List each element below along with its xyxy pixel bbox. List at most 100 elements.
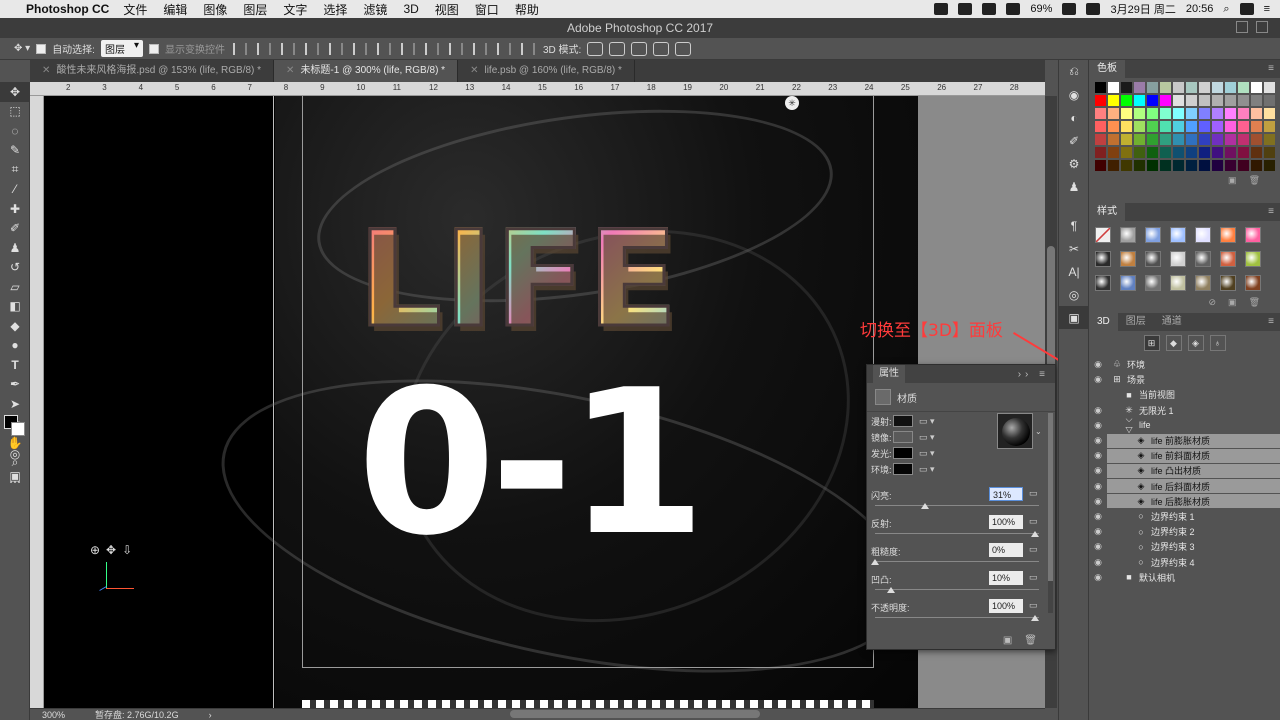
color-swatch[interactable]: [1121, 82, 1132, 93]
color-swatch[interactable]: [1212, 121, 1223, 132]
slider-thumb[interactable]: [871, 559, 879, 565]
brush-settings-icon[interactable]: ✐: [1059, 129, 1089, 152]
new-swatch-icon[interactable]: ▣: [1228, 175, 1237, 191]
eye-icon[interactable]: ◉: [1089, 481, 1107, 492]
menu-time[interactable]: 20:56: [1186, 3, 1214, 15]
align-right-icon[interactable]: [352, 42, 367, 55]
align-vcenter-icon[interactable]: [256, 42, 271, 55]
clone-source-icon[interactable]: ♟: [1059, 175, 1089, 198]
brush-tool-icon[interactable]: ✐: [0, 219, 30, 239]
color-swatch[interactable]: [1108, 82, 1119, 93]
color-swatch[interactable]: [1147, 95, 1158, 106]
scroll-thumb[interactable]: [1048, 413, 1053, 581]
color-swatch[interactable]: [1147, 121, 1158, 132]
color-swatch[interactable]: [1160, 121, 1171, 132]
color-swatch[interactable]: [1212, 134, 1223, 145]
scene-item[interactable]: ⌵ ▽ life: [1107, 414, 1280, 435]
style-preset[interactable]: [1220, 251, 1236, 267]
distribute-bottom-icon[interactable]: [424, 42, 439, 55]
color-swatch[interactable]: [1134, 134, 1145, 145]
color-swatch[interactable]: [1225, 121, 1236, 132]
color-swatch[interactable]: [1264, 147, 1275, 158]
style-preset[interactable]: [1120, 251, 1136, 267]
scene-item[interactable]: ○ 边界约束 2: [1107, 525, 1280, 539]
scene-item[interactable]: ○ 边界约束 1: [1107, 509, 1280, 523]
color-swatch[interactable]: [1160, 95, 1171, 106]
material-color-swatch[interactable]: [893, 415, 913, 427]
folder-icon[interactable]: ▭: [1029, 600, 1038, 611]
scene-tree-row[interactable]: ◉ ◈ life 后斜面材质: [1089, 479, 1280, 494]
color-swatch[interactable]: [1251, 160, 1262, 171]
distribute-hcenter-icon[interactable]: [472, 42, 487, 55]
glyphs-icon[interactable]: ✂: [1059, 237, 1089, 260]
style-preset[interactable]: [1095, 227, 1111, 243]
color-swatch[interactable]: [1186, 82, 1197, 93]
move-tool-preset-icon[interactable]: ✥ ▾: [14, 43, 30, 54]
slider-value-input[interactable]: 100%: [989, 515, 1023, 529]
color-swatch[interactable]: [1199, 134, 1210, 145]
color-swatch[interactable]: [1173, 108, 1184, 119]
color-swatch[interactable]: [1173, 82, 1184, 93]
align-left-icon[interactable]: [304, 42, 319, 55]
slider-track[interactable]: [875, 505, 1039, 506]
siri-icon[interactable]: [1239, 3, 1254, 15]
close-icon[interactable]: ✕: [470, 65, 478, 76]
slider-value-input[interactable]: 100%: [989, 599, 1023, 613]
color-swatch[interactable]: [1147, 108, 1158, 119]
color-swatch[interactable]: [1251, 95, 1262, 106]
color-swatch[interactable]: [1121, 121, 1132, 132]
tab-layers[interactable]: 图层: [1118, 313, 1154, 331]
doc-tab-1[interactable]: ✕ 酸性未来风格海报.psd @ 153% (life, RGB/8) *: [30, 60, 275, 82]
notification-icon[interactable]: ≡: [1264, 3, 1270, 15]
scene-tree-row[interactable]: ◉ ◈ life 凸出材质: [1089, 463, 1280, 478]
menu-select[interactable]: 选择: [323, 1, 347, 18]
battery-percent[interactable]: 69%: [1030, 3, 1052, 15]
color-swatch[interactable]: [1134, 160, 1145, 171]
style-preset[interactable]: [1195, 251, 1211, 267]
slider-track[interactable]: [875, 533, 1039, 534]
scene-tree-row[interactable]: ◉ ○ 边界约束 2: [1089, 524, 1280, 539]
color-swatch[interactable]: [1095, 121, 1106, 132]
color-swatch[interactable]: [1121, 108, 1132, 119]
color-swatch[interactable]: [1108, 147, 1119, 158]
eye-icon[interactable]: ◉: [1089, 420, 1107, 431]
color-swatch[interactable]: [1264, 95, 1275, 106]
color-swatch[interactable]: [1186, 160, 1197, 171]
eye-icon[interactable]: ◉: [1089, 541, 1107, 552]
color-swatch[interactable]: [1108, 95, 1119, 106]
color-swatch[interactable]: [1251, 108, 1262, 119]
auto-select-dropdown[interactable]: 图层: [100, 40, 143, 57]
slider-thumb[interactable]: [1031, 615, 1039, 621]
healing-tool-icon[interactable]: ✚: [0, 199, 30, 219]
color-swatch[interactable]: [1199, 95, 1210, 106]
material-color-swatch[interactable]: [893, 431, 913, 443]
scene-item[interactable]: ◈ life 后膨胀材质: [1107, 494, 1280, 509]
color-swatch[interactable]: [1225, 95, 1236, 106]
scene-tree-row[interactable]: ◉ ○ 边界约束 3: [1089, 539, 1280, 554]
color-swatch[interactable]: [1173, 160, 1184, 171]
style-preset[interactable]: [1120, 275, 1136, 291]
auto-align-icon[interactable]: [520, 42, 535, 55]
color-swatch[interactable]: [1212, 147, 1223, 158]
menu-help[interactable]: 帮助: [515, 1, 539, 18]
color-swatch[interactable]: [1199, 108, 1210, 119]
eye-icon[interactable]: ◉: [1089, 374, 1107, 385]
input-method-icon[interactable]: [1086, 3, 1101, 15]
color-swatch[interactable]: [1238, 147, 1249, 158]
slider-track[interactable]: [875, 561, 1039, 562]
trash-icon[interactable]: 🗑: [1024, 635, 1037, 646]
slider-thumb[interactable]: [1031, 531, 1039, 537]
3d-panel-icon[interactable]: ▣: [1059, 306, 1089, 329]
style-preset[interactable]: [1220, 275, 1236, 291]
folder-icon[interactable]: ▭: [1029, 572, 1038, 583]
type-tool-icon[interactable]: T: [0, 355, 30, 375]
color-swatch[interactable]: [1095, 108, 1106, 119]
folder-icon[interactable]: ▭: [1029, 488, 1038, 499]
material-preview-sphere[interactable]: [997, 413, 1033, 449]
color-swatch[interactable]: [1108, 134, 1119, 145]
auto-select-checkbox[interactable]: [36, 43, 47, 54]
slider-value-input[interactable]: 0%: [989, 543, 1023, 557]
color-swatch[interactable]: [1095, 134, 1106, 145]
panel-menu-icon[interactable]: ≡: [1268, 60, 1274, 78]
color-swatch[interactable]: [1173, 134, 1184, 145]
